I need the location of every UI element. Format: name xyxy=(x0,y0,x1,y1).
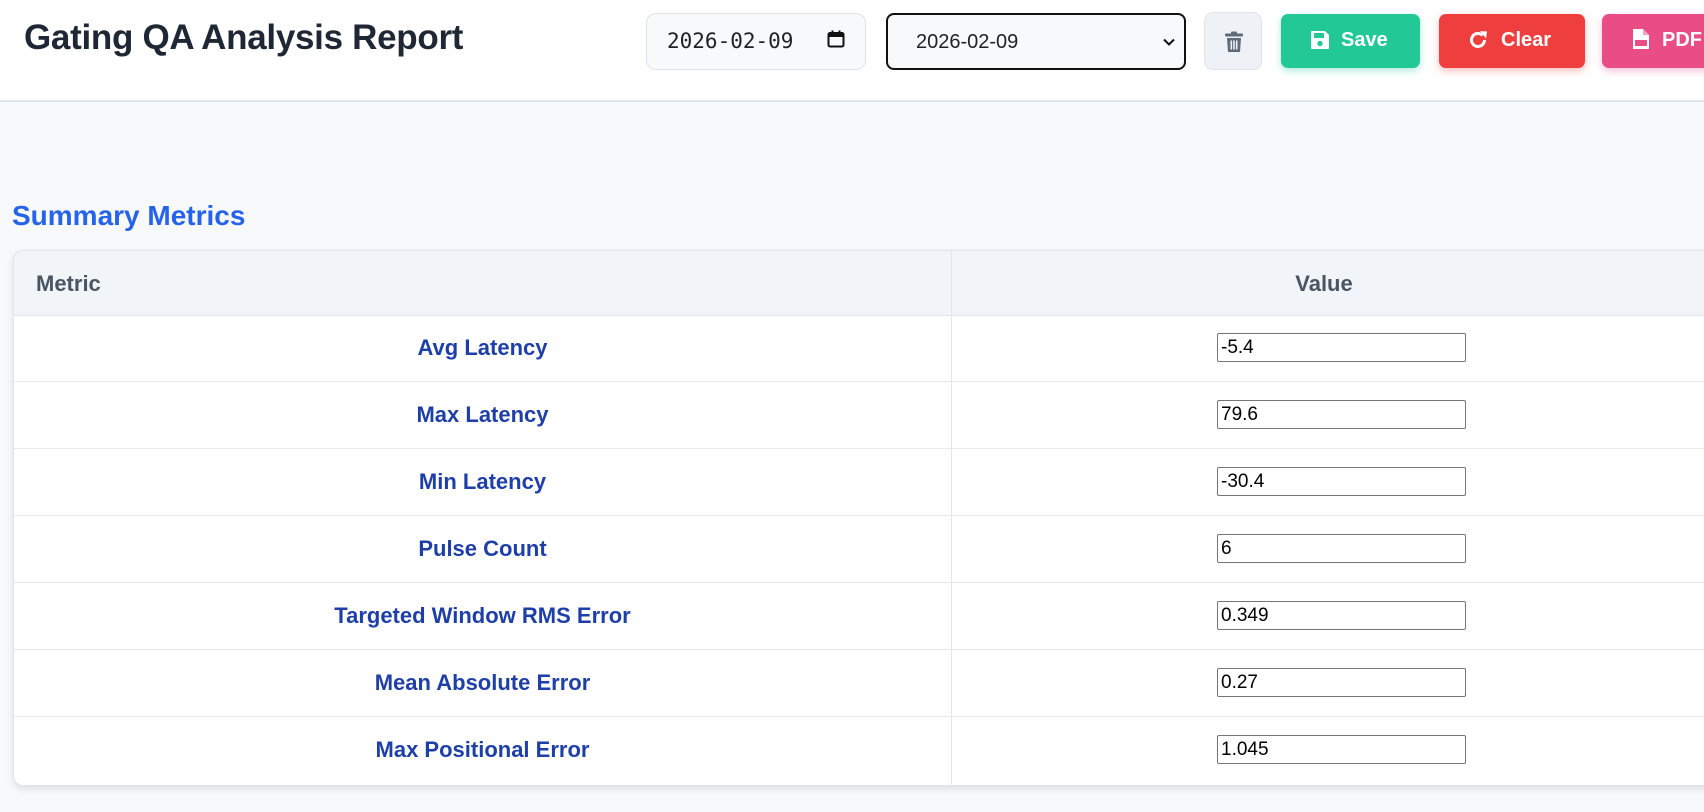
metric-label: Targeted Window RMS Error xyxy=(334,603,631,628)
page-title: Gating QA Analysis Report xyxy=(24,18,464,57)
metric-label: Min Latency xyxy=(418,469,547,494)
calendar-icon[interactable] xyxy=(827,30,845,48)
metric-value-input[interactable] xyxy=(1217,601,1466,630)
table-row: Mean Absolute Error xyxy=(14,650,1704,717)
clear-button-label: Clear xyxy=(1501,29,1552,51)
metric-value-input[interactable] xyxy=(1217,668,1466,697)
delete-button[interactable] xyxy=(1204,12,1262,70)
column-header-value: Value xyxy=(1295,271,1353,296)
clear-button[interactable]: Clear xyxy=(1439,14,1585,68)
redo-icon xyxy=(1470,31,1487,48)
metric-value-input[interactable] xyxy=(1217,400,1466,429)
save-button-label: Save xyxy=(1341,29,1388,51)
metric-label: Max Latency xyxy=(416,402,549,427)
section-title: Summary Metrics xyxy=(12,200,246,231)
table-row: Targeted Window RMS Error xyxy=(14,583,1704,650)
save-button[interactable]: Save xyxy=(1281,14,1420,68)
metric-label: Max Positional Error xyxy=(375,737,590,762)
pdf-button-label: PDF xyxy=(1662,29,1702,51)
metric-value-input[interactable] xyxy=(1217,467,1466,496)
date-input-value: 2026-02-09 xyxy=(667,29,794,53)
column-header-metric: Metric xyxy=(36,271,101,296)
table-row: Max Latency xyxy=(14,382,1704,449)
metric-value-input[interactable] xyxy=(1217,735,1466,764)
saved-date-select[interactable]: 2026-02-09 xyxy=(886,13,1186,70)
trash-icon xyxy=(1225,31,1243,52)
table-header: Metric Value xyxy=(14,251,1704,316)
pdf-button[interactable]: PDF xyxy=(1602,14,1704,68)
metric-value-input[interactable] xyxy=(1217,333,1466,362)
summary-metrics-table: Metric Value Avg Latency Max Latency Min… xyxy=(13,250,1704,786)
top-toolbar: Gating QA Analysis Report 2026-02-09 202… xyxy=(0,0,1704,102)
date-input[interactable]: 2026-02-09 xyxy=(646,13,866,70)
file-pdf-icon xyxy=(1633,29,1649,49)
metric-label: Avg Latency xyxy=(417,335,548,360)
metric-label: Pulse Count xyxy=(418,536,547,561)
metric-label: Mean Absolute Error xyxy=(374,670,591,695)
table-row: Min Latency xyxy=(14,449,1704,516)
chevron-down-icon xyxy=(1163,38,1175,46)
table-row: Pulse Count xyxy=(14,516,1704,583)
table-row: Max Positional Error xyxy=(14,717,1704,784)
table-row: Avg Latency xyxy=(14,315,1704,382)
save-icon xyxy=(1311,31,1329,49)
saved-date-select-value: 2026-02-09 xyxy=(916,31,1019,53)
metric-value-input[interactable] xyxy=(1217,534,1466,563)
